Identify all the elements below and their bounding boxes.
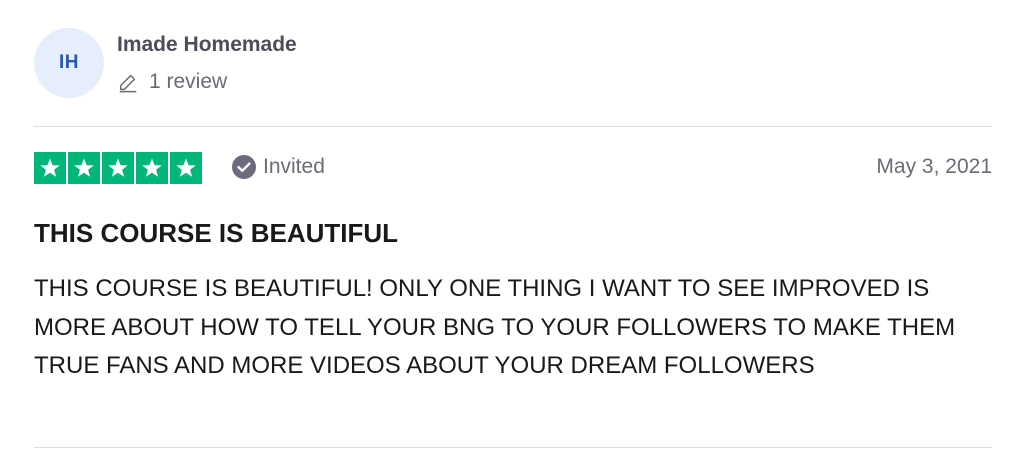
star-rating (34, 152, 202, 184)
star-icon (102, 152, 134, 184)
review-body: THIS COURSE IS BEAUTIFUL! ONLY ONE THING… (34, 275, 956, 379)
check-circle-icon (232, 155, 256, 179)
invited-label: Invited (263, 155, 325, 178)
star-icon (68, 152, 100, 184)
star-icon (170, 152, 202, 184)
review-card: IH Imade Homemade 1 review Invited May 3… (0, 0, 1024, 457)
divider (34, 447, 992, 448)
divider (34, 126, 992, 127)
review-count-label: 1 review (149, 70, 228, 93)
review-meta: Invited May 3, 2021 (34, 152, 992, 184)
review-date: May 3, 2021 (876, 155, 992, 178)
reviewer-name[interactable]: Imade Homemade (117, 33, 297, 57)
star-icon (136, 152, 168, 184)
invited-badge[interactable]: Invited (231, 154, 325, 180)
pencil-icon (119, 74, 137, 93)
review-title[interactable]: THIS COURSE IS BEAUTIFUL (34, 218, 398, 249)
avatar[interactable]: IH (34, 28, 104, 98)
review-count: 1 review (117, 70, 227, 94)
star-icon (34, 152, 66, 184)
